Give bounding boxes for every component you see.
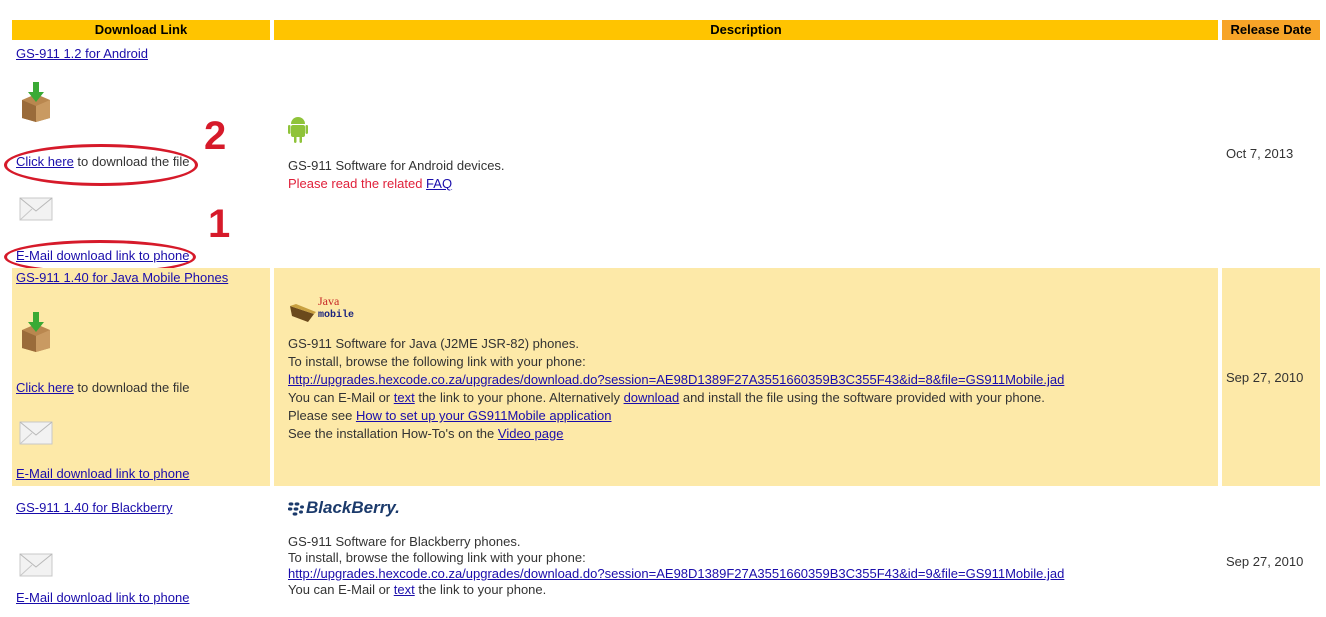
video-line: See the installation How-To's on the Vid… (288, 426, 564, 441)
email-download-link[interactable]: E-Mail download link to phone (16, 590, 189, 605)
download-box-icon[interactable] (18, 82, 54, 122)
setup-line: Please see How to set up your GS911Mobil… (288, 408, 612, 423)
release-date: Sep 27, 2010 (1226, 554, 1304, 569)
download-cell: GS-911 1.2 for Android Click here to dow… (4, 42, 270, 274)
mobile-logo-text: mobile (318, 310, 355, 321)
email-envelope-icon[interactable] (18, 194, 54, 224)
android-title-link[interactable]: GS-911 1.2 for Android (16, 46, 148, 61)
blackberry-title-link[interactable]: GS-911 1.40 for Blackberry (16, 500, 173, 515)
release-date-cell: Sep 27, 2010 (1222, 488, 1320, 617)
annotation-number-2: 2 (204, 114, 227, 158)
android-desc-line: GS-911 Software for Android devices. (288, 158, 505, 173)
annotation-number-1: 1 (208, 202, 231, 246)
release-date-cell: Oct 7, 2013 (1222, 42, 1320, 266)
release-date: Sep 27, 2010 (1226, 370, 1304, 385)
blackberry-logo: BlackBerry. (306, 498, 400, 517)
table-row-blackberry: GS-911 1.40 for Blackberry E-Mail downlo… (12, 488, 1320, 617)
java-cup-icon (290, 304, 316, 322)
setup-howto-link[interactable]: How to set up your GS911Mobile applicati… (356, 408, 612, 423)
download-link[interactable]: download (624, 390, 680, 405)
download-file-line: Click here to download the file (16, 380, 190, 395)
faq-line: Please read the related FAQ (288, 176, 453, 191)
table-row-android: GS-911 1.2 for Android Click here to dow… (4, 42, 1320, 274)
text-link[interactable]: text (394, 582, 415, 597)
text-link[interactable]: text (394, 390, 415, 405)
java-jad-url-link[interactable]: http://upgrades.hexcode.co.za/upgrades/d… (288, 372, 1064, 387)
click-here-link[interactable]: Click here (16, 380, 74, 395)
video-page-link[interactable]: Video page (498, 426, 564, 441)
java-desc-line: GS-911 Software for Java (J2ME JSR-82) p… (288, 336, 579, 351)
header-release-date: Release Date (1222, 20, 1320, 40)
release-date: Oct 7, 2013 (1226, 146, 1294, 161)
description-cell: Java mobile GS-911 Software for Java (J2… (274, 268, 1218, 486)
install-instructions: To install, browse the following link wi… (288, 354, 586, 369)
description-cell: BlackBerry. GS-911 Software for Blackber… (274, 488, 1218, 617)
download-box-icon[interactable] (18, 312, 54, 352)
email-download-link[interactable]: E-Mail download link to phone (16, 466, 189, 481)
blackberry-icon (288, 502, 304, 516)
blackberry-desc-line: GS-911 Software for Blackberry phones. (288, 534, 521, 549)
email-envelope-icon[interactable] (18, 550, 54, 580)
table-row-java: GS-911 1.40 for Java Mobile Phones Click… (12, 268, 1320, 486)
faq-link[interactable]: FAQ (426, 176, 452, 191)
release-date-cell: Sep 27, 2010 (1222, 268, 1320, 486)
install-instructions: To install, browse the following link wi… (288, 550, 586, 565)
description-cell: GS-911 Software for Android devices. Ple… (274, 42, 1218, 266)
java-logo-text: Java (318, 294, 340, 308)
java-mobile-logo: Java mobile (288, 292, 360, 332)
android-icon (288, 117, 308, 143)
email-text-line: You can E-Mail or text the link to your … (288, 390, 1045, 405)
download-cell: GS-911 1.40 for Blackberry E-Mail downlo… (12, 488, 270, 617)
java-title-link[interactable]: GS-911 1.40 for Java Mobile Phones (16, 270, 228, 285)
blackberry-jad-url-link[interactable]: http://upgrades.hexcode.co.za/upgrades/d… (288, 566, 1064, 581)
download-cell: GS-911 1.40 for Java Mobile Phones Click… (12, 268, 270, 486)
header-download-link: Download Link (12, 20, 270, 40)
annotation-oval-2 (4, 144, 198, 186)
email-envelope-icon[interactable] (18, 418, 54, 448)
email-text-line: You can E-Mail or text the link to your … (288, 582, 547, 597)
header-description: Description (274, 20, 1218, 40)
